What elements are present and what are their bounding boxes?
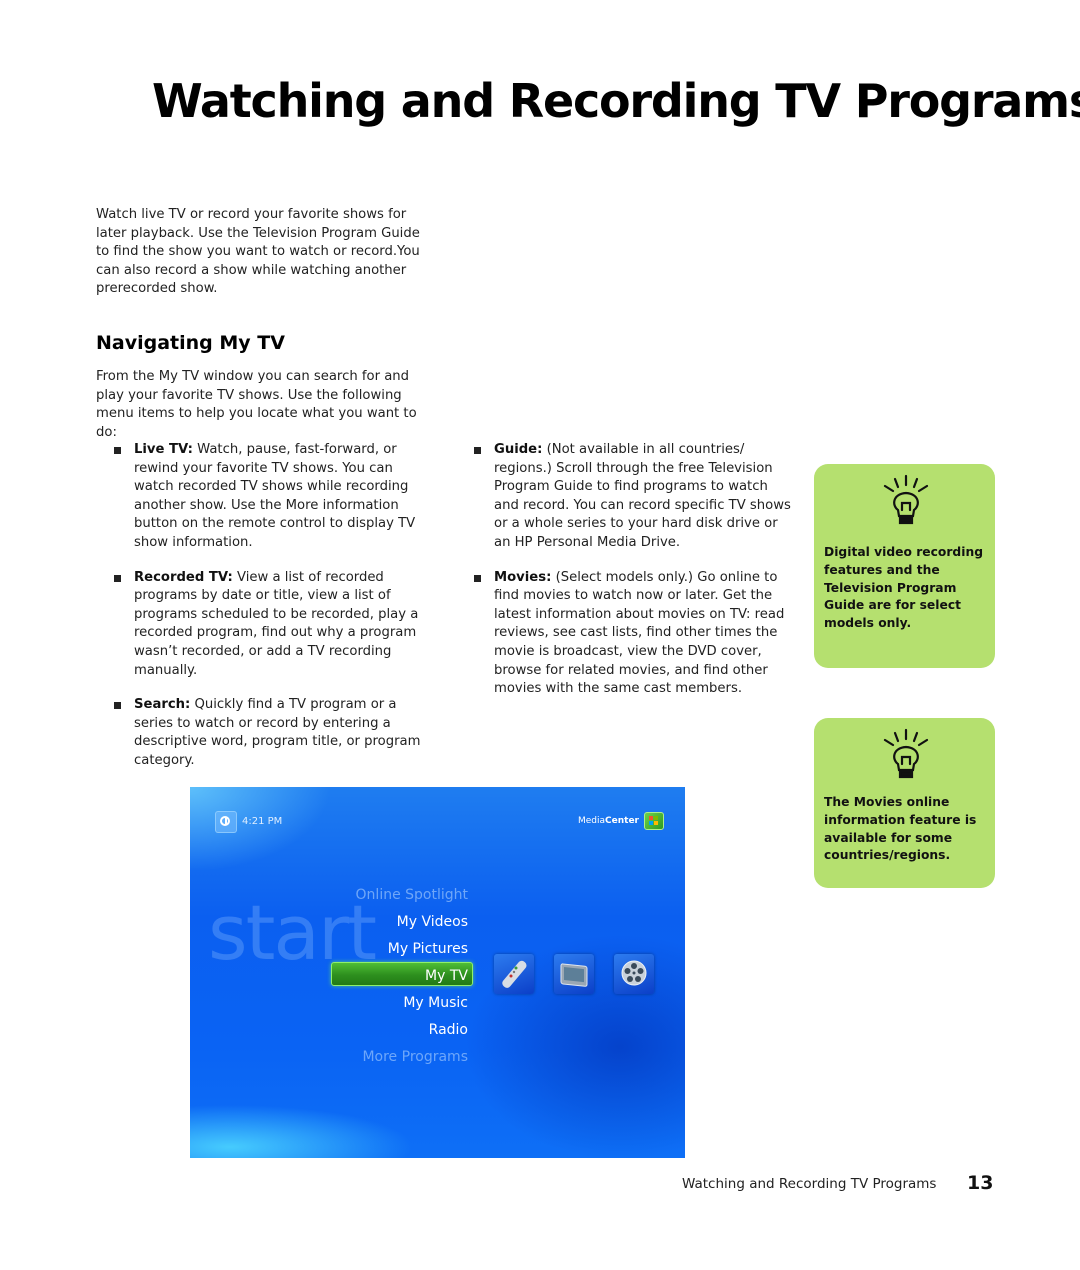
page-number: 13 (967, 1172, 994, 1194)
bullet-term: Recorded TV: (134, 569, 233, 585)
bullet-list-right: Guide: (Not available in all countries/ … (456, 441, 796, 715)
start-menu: Online Spotlight My Videos My Pictures M… (356, 882, 468, 1071)
bullet-text: (Not available in all countries/ regions… (494, 442, 791, 550)
bullet-square-icon (474, 574, 481, 582)
bullet-square-icon (114, 702, 121, 710)
lightbulb-icon (883, 474, 929, 525)
tip-text: Digital video recording features and the… (824, 545, 983, 631)
brand-bold: Center (605, 816, 639, 826)
bullet-square-icon (474, 447, 481, 454)
tile-movies[interactable] (614, 954, 654, 994)
tip-text: The Movies online information feature is… (824, 795, 977, 863)
menu-item-radio[interactable]: Radio (356, 1017, 468, 1044)
bullet-item-recorded-tv: Recorded TV: View a list of recorded pro… (96, 569, 436, 681)
bullet-square-icon (114, 447, 121, 454)
menu-item-my-music[interactable]: My Music (356, 990, 468, 1017)
remote-control-icon (502, 960, 527, 988)
bullet-term: Live TV: (134, 442, 193, 457)
bullet-item-live-tv: Live TV: Watch, pause, fast-forward, or … (96, 441, 436, 553)
page-title: Watching and Recording TV Programs (152, 74, 1080, 128)
brand-light: Media (578, 816, 606, 826)
intro-paragraph: Watch live TV or record your favorite sh… (96, 207, 420, 297)
bullet-item-guide: Guide: (Not available in all countries/ … (456, 441, 796, 553)
menu-item-online-spotlight[interactable]: Online Spotlight (356, 882, 468, 909)
bullet-term: Guide: (494, 442, 543, 457)
media-center-screenshot: 4:21 PM MediaCenter start Online Spotlig… (190, 787, 685, 1158)
menu-item-more-programs[interactable]: More Programs (356, 1044, 468, 1071)
tip-box-dvr: Digital video recording features and the… (814, 464, 995, 668)
film-reel-icon (621, 960, 647, 986)
bullet-text: View a list of recorded programs by date… (134, 569, 419, 678)
start-watermark: start (208, 888, 377, 977)
section-heading: Navigating My TV (96, 332, 285, 354)
menu-item-my-videos[interactable]: My Videos (356, 909, 468, 936)
power-icon (215, 811, 237, 833)
tv-monitor-icon (560, 963, 588, 987)
windows-logo-icon (644, 812, 664, 830)
tip-box-movies: The Movies online information feature is… (814, 718, 995, 888)
running-footer-title: Watching and Recording TV Programs (682, 1176, 937, 1192)
lightbulb-icon (883, 728, 929, 779)
clock-time: 4:21 PM (242, 816, 283, 827)
tile-tv[interactable] (554, 954, 594, 994)
bullet-text: Watch, pause, fast-forward, or rewind yo… (134, 442, 416, 550)
tile-remote-control[interactable] (494, 954, 534, 994)
bullet-term: Movies: (494, 569, 552, 585)
menu-item-my-pictures[interactable]: My Pictures (356, 936, 468, 963)
section-intro-paragraph: From the My TV window you can search for… (96, 369, 417, 440)
bullet-item-movies: Movies: (Select models only.) Go online … (456, 569, 796, 699)
bullet-text: (Select models only.) Go online to find … (494, 569, 785, 697)
bullet-square-icon (114, 574, 121, 582)
bullet-term: Search: (134, 697, 191, 713)
bullet-list-left: Live TV: Watch, pause, fast-forward, or … (96, 441, 436, 787)
media-center-brand: MediaCenter (578, 816, 639, 826)
bullet-item-search: Search: Quickly find a TV program or a s… (96, 696, 436, 770)
menu-item-my-tv[interactable]: My TV (356, 963, 468, 990)
